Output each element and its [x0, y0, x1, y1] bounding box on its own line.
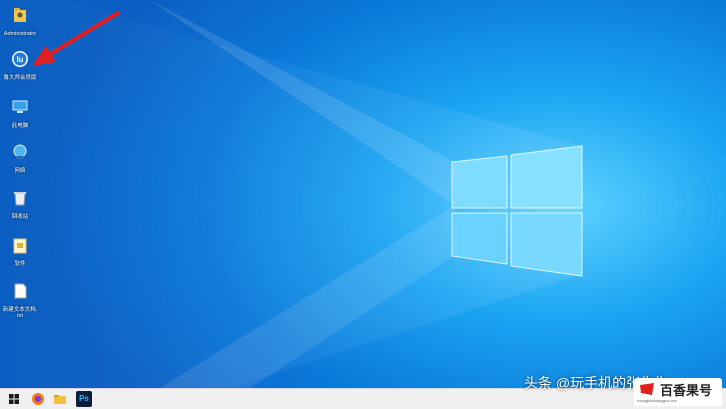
firefox-icon[interactable] — [30, 391, 46, 407]
network-icon — [13, 144, 27, 159]
desktop-icon-app-shortcut[interactable]: lu 鲁大师会员版 — [2, 50, 38, 81]
app-shortcut-icon: lu — [12, 51, 28, 67]
svg-text:lu: lu — [16, 55, 23, 64]
desktop-icon-administrator[interactable]: Administrator — [2, 6, 38, 37]
text-file-icon — [14, 283, 27, 299]
desktop-icon-recycle-bin[interactable]: 回收站 — [2, 189, 38, 220]
brand-logo: 百香果号 huangjinbaixiangguo.com — [634, 378, 722, 406]
desktop-icon-text-file[interactable]: 新建文本文档.txt — [2, 282, 38, 319]
desktop-background: Administrator lu 鲁大师会员版 此电脑 网络 回收站 软件 新建… — [0, 0, 726, 388]
file-explorer-icon[interactable] — [52, 391, 68, 407]
photoshop-label: Ps — [79, 394, 89, 403]
brand-logo-text: 百香果号 — [660, 383, 713, 398]
folder-icon — [13, 238, 27, 254]
windows-wallpaper — [0, 0, 583, 388]
photoshop-icon[interactable]: Ps — [76, 391, 92, 407]
logo-mark-icon — [640, 383, 654, 395]
recycle-bin-icon — [14, 192, 26, 206]
windows-start-icon[interactable] — [6, 391, 22, 407]
desktop-icon-software-folder[interactable]: 软件 — [2, 236, 38, 267]
user-folder-icon — [14, 8, 26, 22]
computer-icon — [12, 100, 28, 113]
desktop-icon-this-pc[interactable]: 此电脑 — [2, 98, 38, 129]
desktop-icon-network[interactable]: 网络 — [2, 143, 38, 174]
brand-logo-subtext: huangjinbaixiangguo.com — [637, 399, 677, 403]
